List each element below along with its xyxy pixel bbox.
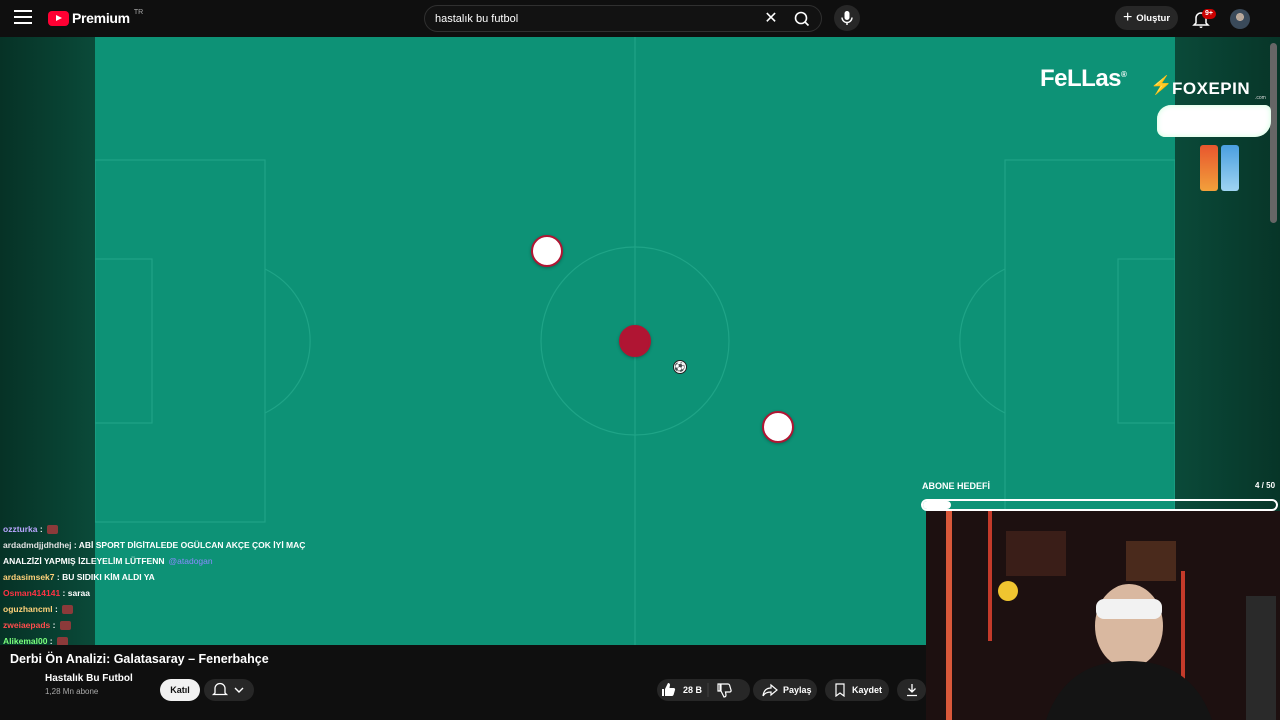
scrollbar[interactable] xyxy=(1270,43,1277,223)
share-label: Paylaş xyxy=(783,685,812,695)
search-icon xyxy=(794,11,810,27)
sponsor-logo-fellas: FeLLas® xyxy=(1040,65,1127,92)
save-button[interactable]: Kaydet xyxy=(825,679,889,701)
subscriber-goal-fill xyxy=(923,501,952,509)
video-title: Derbi Ön Analizi: Galatasaray – Fenerbah… xyxy=(10,652,269,666)
download-icon xyxy=(907,684,917,697)
player-marker-away xyxy=(531,235,563,267)
menu-icon[interactable] xyxy=(14,10,32,26)
chat-message: ardadmdjjdhdhej : ABİ SPORT DİGİTALEDE O… xyxy=(3,540,306,550)
chat-text: ANALZİZİ YAPMIŞ İZLEYELİM LÜTFENN xyxy=(3,556,165,566)
chat-message: oguzhancml : xyxy=(0,601,320,617)
create-label: Oluştur xyxy=(1136,12,1171,24)
chat-username[interactable]: ozzturka xyxy=(3,524,37,534)
chat-emote-icon xyxy=(59,621,71,631)
chat-message: zweiaepads : xyxy=(0,617,320,633)
chat-username[interactable]: ardasimsek7 xyxy=(3,572,55,582)
share-icon xyxy=(762,683,778,697)
like-count: 28 B xyxy=(683,685,703,695)
like-icon[interactable] xyxy=(657,679,681,701)
chat-text: BU SIDIKI KİM ALDI YA xyxy=(62,572,155,582)
like-dislike-group: 28 B xyxy=(657,679,750,701)
logo-region: TR xyxy=(133,8,144,16)
sponsor-domain: .com xyxy=(1255,95,1266,101)
subscribed-button[interactable] xyxy=(204,679,254,701)
chat-text: ABİ SPORT DİGİTALEDE OGÜLCAN AKÇE ÇOK İY… xyxy=(78,540,306,550)
clear-search-icon[interactable]: ✕ xyxy=(763,11,779,27)
football-icon: ⚽ xyxy=(673,360,687,374)
subscriber-count: 1,28 Mn abone xyxy=(45,687,99,696)
streamer-webcam xyxy=(926,511,1280,720)
subscriber-goal-label: ABONE HEDEFİ xyxy=(922,481,991,491)
chat-username[interactable]: oguzhancml xyxy=(3,604,53,614)
chat-message: ozzturka : xyxy=(0,521,320,537)
bell-icon xyxy=(211,682,244,696)
video-info-bar: Derbi Ön Analizi: Galatasaray – Fenerbah… xyxy=(0,645,926,720)
channel-name[interactable]: Hastalık Bu Futbol xyxy=(45,673,133,684)
search-input[interactable]: hastalık bu futbol xyxy=(435,13,518,25)
create-button[interactable]: + Oluştur xyxy=(1115,6,1178,30)
player-marker-away xyxy=(762,411,794,443)
chat-mention: @atadogan xyxy=(168,556,213,566)
youtube-logo[interactable]: Premium TR xyxy=(48,8,144,26)
bookmark-icon xyxy=(835,683,845,697)
join-button[interactable]: Katıl xyxy=(160,679,200,701)
logo-text: Premium xyxy=(72,10,130,26)
search-button[interactable] xyxy=(787,9,817,29)
chat-username[interactable]: zweiaepads xyxy=(3,620,50,630)
top-bar: Premium TR hastalık bu futbol ✕ + Oluştur… xyxy=(0,0,1280,37)
chat-username[interactable]: Osman414141 xyxy=(3,588,60,598)
chat-emote-icon xyxy=(47,525,59,535)
mic-icon xyxy=(841,11,853,25)
video-player[interactable]: ⚽ FeLLas® ⚡ FOXEPIN .com ABONE HEDEFİ 4 … xyxy=(0,37,1280,720)
notification-badge: 9+ xyxy=(1202,9,1216,19)
chat-message: ardasimsek7 : BU SIDIKI KİM ALDI YA xyxy=(3,572,155,582)
dislike-icon[interactable] xyxy=(702,679,742,701)
youtube-play-icon xyxy=(48,10,69,26)
player-marker-home xyxy=(619,325,651,357)
chat-text: saraa xyxy=(67,588,90,598)
search-box[interactable]: hastalık bu futbol ✕ xyxy=(424,5,822,32)
avatar[interactable] xyxy=(1230,9,1250,29)
chat-emote-icon xyxy=(62,605,74,615)
fox-icon: ⚡ xyxy=(1150,75,1173,95)
sponsor-cans xyxy=(1200,145,1242,193)
sponsor-brush-banner xyxy=(1157,105,1271,137)
save-label: Kaydet xyxy=(852,685,883,695)
sponsor-logo-foxepin: FOXEPIN xyxy=(1172,79,1251,98)
download-button[interactable] xyxy=(897,679,926,701)
chat-message: ANALZİZİ YAPMIŞ İZLEYELİM LÜTFENN @atadog… xyxy=(0,553,320,569)
chat-username[interactable]: ardadmdjjdhdhej xyxy=(3,540,71,550)
plus-icon: + xyxy=(1122,9,1133,26)
chat-message: Osman414141 : saraa xyxy=(3,588,90,598)
subscriber-goal-count: 4 / 50 xyxy=(1255,481,1276,490)
subscriber-goal-bar xyxy=(921,499,1278,511)
voice-search-button[interactable] xyxy=(834,5,860,31)
share-button[interactable]: Paylaş xyxy=(753,679,817,701)
